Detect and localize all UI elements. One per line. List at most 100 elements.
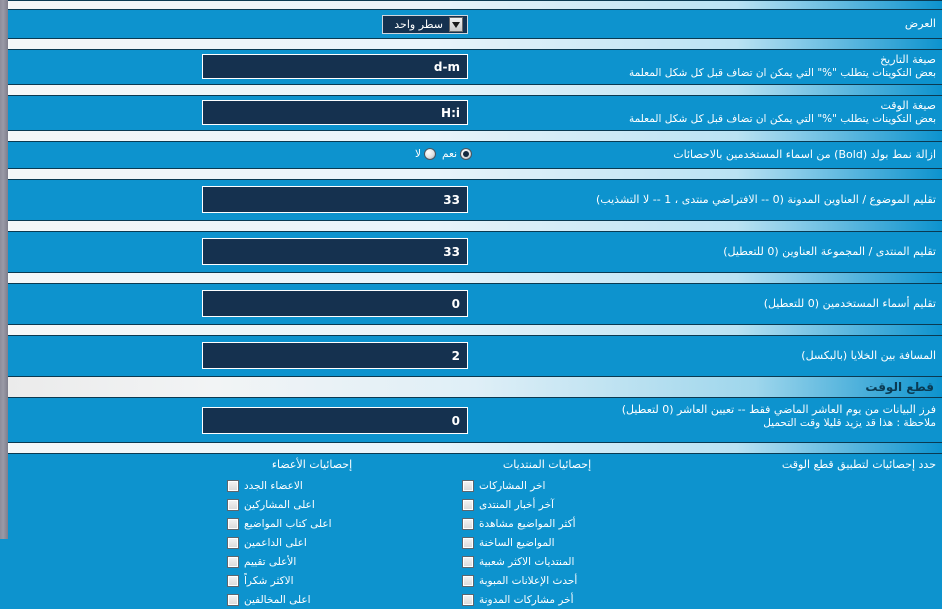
member-stat-item-0[interactable]: الاعضاء الجدد	[227, 476, 397, 495]
checkbox-icon[interactable]	[227, 498, 239, 511]
admin-settings-page: العرض سطر واحد صيغة التاريخ بعض التكوينا…	[0, 0, 942, 606]
row-time-format: صيغة الوقت بعض التكوينات يتطلب "%" التي …	[8, 96, 942, 130]
time-format-title: صيغة الوقت	[880, 99, 936, 112]
member-stats-header: إحصائيات الأعضاء	[271, 458, 353, 471]
time-cut-title: فرز البيانات من يوم العاشر الماضي فقط --…	[621, 403, 936, 416]
row-remove-bold-label: ازالة نمط بولد (Bold) من اسماء المستخدمي…	[673, 148, 936, 161]
checkbox-icon[interactable]	[227, 555, 239, 568]
member-stat-item-4[interactable]: الأعلى تقييم	[227, 552, 397, 571]
row-time-cut-label: فرز البيانات من يوم العاشر الماضي فقط --…	[622, 403, 936, 430]
display-mode-value: سطر واحد	[394, 18, 443, 31]
remove-bold-yes-label: نعم	[442, 148, 457, 160]
forum-stat-item-3[interactable]: المواضيع الساخنة	[462, 533, 632, 552]
checkbox-icon[interactable]	[462, 536, 474, 549]
member-stat-item-1[interactable]: اعلى المشاركين	[227, 495, 397, 514]
remove-bold-no[interactable]: لا	[415, 148, 437, 160]
time-cut-input[interactable]	[202, 407, 468, 434]
member-stat-label-2: اعلى كتاب المواضيع	[244, 517, 332, 530]
separator-7	[8, 324, 942, 336]
row-trim-usernames-label: تقليم أسماء المستخدمين (0 للتعطيل)	[763, 297, 936, 310]
separator-4	[8, 168, 942, 180]
row-time-cut-value: فرز البيانات من يوم العاشر الماضي فقط --…	[8, 398, 942, 442]
trim-thread-titles-input[interactable]	[202, 186, 468, 213]
section-header-time-cut-title: قطع الوقت	[865, 380, 934, 394]
forum-stat-item-0[interactable]: اخر المشاركات	[462, 476, 632, 495]
forum-stat-item-2[interactable]: أكثر المواضيع مشاهدة	[462, 514, 632, 533]
row-cell-spacing-label: المسافة بين الخلايا (بالبكسل)	[801, 349, 936, 362]
member-stat-label-4: الأعلى تقييم	[244, 555, 297, 568]
member-stat-label-5: الاكثر شكراً	[244, 574, 294, 587]
forum-stat-label-4: المنتديات الاكثر شعبية	[479, 555, 575, 568]
checkbox-icon[interactable]	[227, 574, 239, 587]
checkbox-icon[interactable]	[462, 593, 474, 606]
checkbox-icon[interactable]	[462, 517, 474, 530]
row-trim-forum-titles: تقليم المنتدى / المجموعة العناوين (0 للت…	[8, 232, 942, 272]
stat-selection-label: حدد إحصائيات لتطبيق قطع الوقت	[781, 458, 936, 471]
forum-stat-label-0: اخر المشاركات	[479, 479, 546, 492]
settings-content: العرض سطر واحد صيغة التاريخ بعض التكوينا…	[8, 0, 942, 606]
member-stat-item-5[interactable]: الاكثر شكراً	[227, 571, 397, 590]
row-date-format-label: صيغة التاريخ بعض التكوينات يتطلب "%" الت…	[629, 53, 936, 80]
forum-stat-label-2: أكثر المواضيع مشاهدة	[479, 517, 576, 530]
member-stat-label-6: اعلى المخالفين	[244, 593, 311, 606]
forum-stat-item-6[interactable]: أخر مشاركات المدونة	[462, 590, 632, 609]
remove-bold-radio-group[interactable]: نعم لا	[415, 148, 472, 160]
forum-stats-header: إحصائيات المنتديات	[502, 458, 592, 471]
forum-stat-item-5[interactable]: أحدث الإعلانات المبوبة	[462, 571, 632, 590]
stat-selection-section: حدد إحصائيات لتطبيق قطع الوقت إحصائيات ا…	[8, 454, 942, 606]
member-stat-item-3[interactable]: اعلى الداعمين	[227, 533, 397, 552]
forum-stat-item-4[interactable]: المنتديات الاكثر شعبية	[462, 552, 632, 571]
member-stat-item-2[interactable]: اعلى كتاب المواضيع	[227, 514, 397, 533]
separator-8	[8, 442, 942, 454]
member-stat-label-0: الاعضاء الجدد	[244, 479, 303, 492]
display-mode-select[interactable]: سطر واحد	[382, 15, 468, 34]
forum-stat-label-5: أحدث الإعلانات المبوبة	[479, 574, 578, 587]
checkbox-icon[interactable]	[227, 517, 239, 530]
checkbox-icon[interactable]	[227, 593, 239, 606]
separator-5	[8, 220, 942, 232]
date-format-desc: بعض التكوينات يتطلب "%" التي يمكن ان تضا…	[628, 67, 936, 79]
separator-top	[8, 0, 942, 10]
checkbox-icon[interactable]	[462, 574, 474, 587]
row-trim-forum-titles-label: تقليم المنتدى / المجموعة العناوين (0 للت…	[723, 245, 936, 258]
date-format-input[interactable]	[202, 54, 468, 79]
forum-stat-label-3: المواضيع الساخنة	[479, 536, 555, 549]
checkbox-icon[interactable]	[227, 536, 239, 549]
radio-no-icon[interactable]	[424, 148, 437, 160]
checkbox-icon[interactable]	[462, 498, 474, 511]
cell-spacing-input[interactable]	[202, 342, 468, 369]
date-format-title: صيغة التاريخ	[880, 53, 936, 66]
checkbox-icon[interactable]	[462, 555, 474, 568]
row-remove-bold: ازالة نمط بولد (Bold) من اسماء المستخدمي…	[8, 142, 942, 168]
separator-3	[8, 130, 942, 142]
separator-2	[8, 84, 942, 96]
forum-stat-label-6: أخر مشاركات المدونة	[479, 593, 574, 606]
forum-stat-item-1[interactable]: آخر أخبار المنتدى	[462, 495, 632, 514]
row-display-label: العرض	[904, 17, 936, 30]
section-header-time-cut: قطع الوقت	[8, 376, 942, 398]
checkbox-icon[interactable]	[462, 479, 474, 492]
member-stat-label-1: اعلى المشاركين	[244, 498, 315, 511]
member-stats-column: إحصائيات الأعضاء الاعضاء الجدد اعلى المش…	[227, 458, 397, 609]
radio-yes-icon[interactable]	[460, 148, 472, 160]
separator-6	[8, 272, 942, 284]
row-trim-thread-titles-label: تقليم الموضوع / العناوين المدونة (0 -- ا…	[596, 193, 936, 206]
time-format-input[interactable]	[202, 100, 468, 125]
member-stat-item-6[interactable]: اعلى المخالفين	[227, 590, 397, 609]
chevron-down-icon[interactable]	[449, 17, 463, 32]
row-date-format: صيغة التاريخ بعض التكوينات يتطلب "%" الت…	[8, 50, 942, 84]
remove-bold-yes[interactable]: نعم	[442, 148, 472, 160]
left-gutter-strip	[0, 0, 8, 539]
trim-forum-titles-input[interactable]	[202, 238, 468, 265]
row-display: العرض سطر واحد	[8, 10, 942, 38]
forum-stat-label-1: آخر أخبار المنتدى	[479, 498, 554, 511]
row-time-format-label: صيغة الوقت بعض التكوينات يتطلب "%" التي …	[629, 99, 936, 126]
checkbox-icon[interactable]	[227, 479, 239, 492]
separator-1	[8, 38, 942, 50]
trim-usernames-input[interactable]	[202, 290, 468, 317]
row-trim-thread-titles: تقليم الموضوع / العناوين المدونة (0 -- ا…	[8, 180, 942, 220]
forum-stats-column: إحصائيات المنتديات اخر المشاركات آخر أخب…	[462, 458, 632, 609]
member-stat-label-3: اعلى الداعمين	[244, 536, 307, 549]
row-trim-usernames: تقليم أسماء المستخدمين (0 للتعطيل)	[8, 284, 942, 324]
row-cell-spacing: المسافة بين الخلايا (بالبكسل)	[8, 336, 942, 376]
